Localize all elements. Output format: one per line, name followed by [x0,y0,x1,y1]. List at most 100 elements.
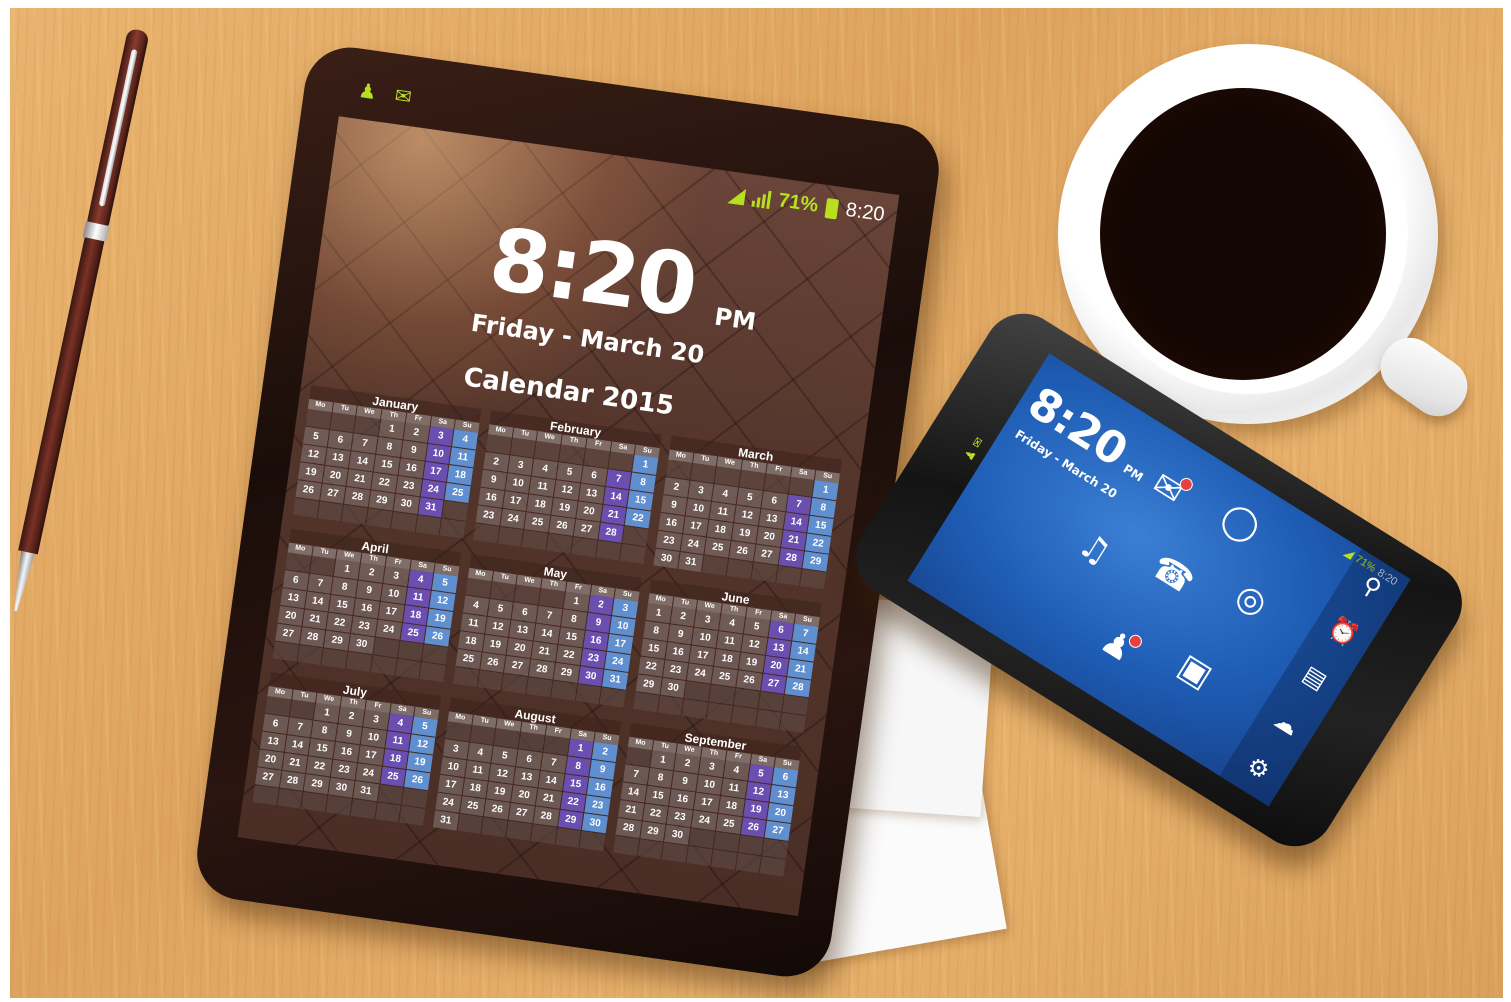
calendar-empty-cell [550,680,577,701]
calendar-day: 26 [484,799,511,820]
month-january: January Mo Tu We Th Fr Sa Su 1 2 3 4 5 6 7 8 9 10 11 12 13 14… [292,385,482,539]
notes-icon[interactable]: ▤ [1292,654,1339,701]
calendar-day: 7 [536,605,563,626]
calendar-day: 19 [482,634,509,655]
tablet: ◢ 71% 8:20 8:20 PM Friday - March 20 Cal… [191,41,945,983]
calendar-empty-cell [751,562,778,583]
calendar-empty-cell [374,802,401,823]
status-clock: 8:20 [844,198,886,227]
calendar-empty-cell [325,795,352,816]
calendar-empty-cell [688,828,715,849]
contacts-icon[interactable]: ♟ [353,78,382,104]
calendar-empty-cell [366,508,393,529]
calendar-day: 26 [295,480,322,501]
calendar-day: 8 [311,720,338,741]
calendar-empty-cell [755,709,782,730]
globe-icon[interactable]: ◎ [1221,570,1282,631]
calendar-empty-cell [800,569,827,590]
calendar-day: 8 [647,767,674,789]
calendar-day: 17 [378,601,405,622]
calendar-day: 26 [424,626,451,647]
calendar-day: 17 [422,461,449,482]
phone-ampm: PM [1120,461,1146,485]
calendar-empty-cell [709,684,735,705]
calendar-day: 7 [287,717,313,738]
calendar-day: 3 [427,425,454,447]
calendar-day: 12 [429,590,456,611]
calendar-day: 27 [753,544,780,565]
calendar-empty-cell [514,584,541,605]
chat-icon[interactable]: ◯ [1211,492,1272,553]
calendar-day: 23 [584,795,611,816]
calendar-day: 10 [505,473,532,494]
phone-icon[interactable]: ☎ [1143,544,1204,605]
search-icon[interactable]: ⚲ [1348,563,1395,610]
calendar-day: 21 [531,641,558,662]
calendar-empty-cell [445,721,472,742]
calendar-day: 13 [260,731,286,752]
calendar-day: 2 [663,477,690,498]
camera-icon[interactable]: ▣ [1165,641,1226,702]
calendar-day: 12 [409,734,436,755]
calendar-day: 28 [778,547,805,569]
calendar-day: 13 [513,767,540,788]
calendar-day: 16 [669,789,696,810]
calendar-day: 3 [507,455,534,476]
settings-icon[interactable]: ⚙ [1235,745,1282,792]
alarm-icon[interactable]: ⏰ [1320,609,1367,656]
calendar-day: 3 [362,709,389,730]
calendar-empty-cell [575,684,602,705]
calendar-day: 18 [707,519,734,540]
calendar-empty-cell [395,658,421,679]
calendar-empty-cell [370,655,397,676]
mail-icon[interactable]: ✉ [1137,458,1198,519]
calendar-day: 2 [358,562,385,583]
calendar-empty-cell [341,504,368,525]
calendar-empty-cell [301,791,328,813]
calendar-empty-cell [530,824,557,845]
mail-icon[interactable]: ✉ [969,435,986,451]
calendar-empty-cell [571,536,597,558]
calendar-day: 26 [729,541,756,562]
calendar-day: 10 [380,583,407,605]
calendar-day: 21 [787,659,814,680]
calendar-empty-cell [506,820,533,841]
calendar-empty-cell [759,856,786,877]
calendar-day: 21 [282,752,308,774]
calendar-day: 8 [630,472,656,493]
calendar-day: 6 [581,465,607,486]
month-april: April Mo Tu We Th Fr Sa Su 1 2 3 4 5 6 7 8 9 10 11 12 13 14 15… [272,528,462,683]
calendar-day: 30 [328,777,355,798]
calendar-empty-cell [522,530,548,551]
calendar-day: 18 [402,605,429,626]
calendar-day: 25 [444,482,471,504]
calendar-day: 19 [486,781,513,802]
calendar-empty-cell [305,408,332,429]
calendar-day: 25 [711,666,738,687]
calendar-empty-cell [534,440,561,462]
calendar-day: 17 [502,491,529,512]
calendar-empty-cell [775,565,802,586]
calendar-empty-cell [763,473,790,494]
calendar-day: 12 [734,505,761,526]
calendar-empty-cell [726,558,753,580]
contacts-icon[interactable]: ♟ [1087,615,1148,676]
calendar-day: 20 [576,501,602,522]
music-icon[interactable]: ♫ [1064,519,1125,580]
calendar-day: 4 [463,595,489,616]
mail-icon[interactable]: ✉ [389,83,418,109]
calendar-empty-cell [706,702,733,723]
calendar-day: 16 [353,598,380,619]
calendar-day: 14 [620,782,647,803]
calendar-day: 1 [314,702,340,723]
calendar-empty-cell [633,692,660,713]
calendar-day: 5 [556,462,583,483]
calendar-empty-cell [350,798,377,819]
calendar-day: 9 [356,580,383,601]
calendar-day: 29 [640,821,666,842]
weather-icon[interactable]: ☁ [1263,700,1310,747]
calendar-day: 17 [682,516,709,537]
calendar-empty-cell [272,641,299,662]
contacts-icon[interactable]: ♟ [961,447,979,464]
calendar-empty-cell [501,673,528,694]
